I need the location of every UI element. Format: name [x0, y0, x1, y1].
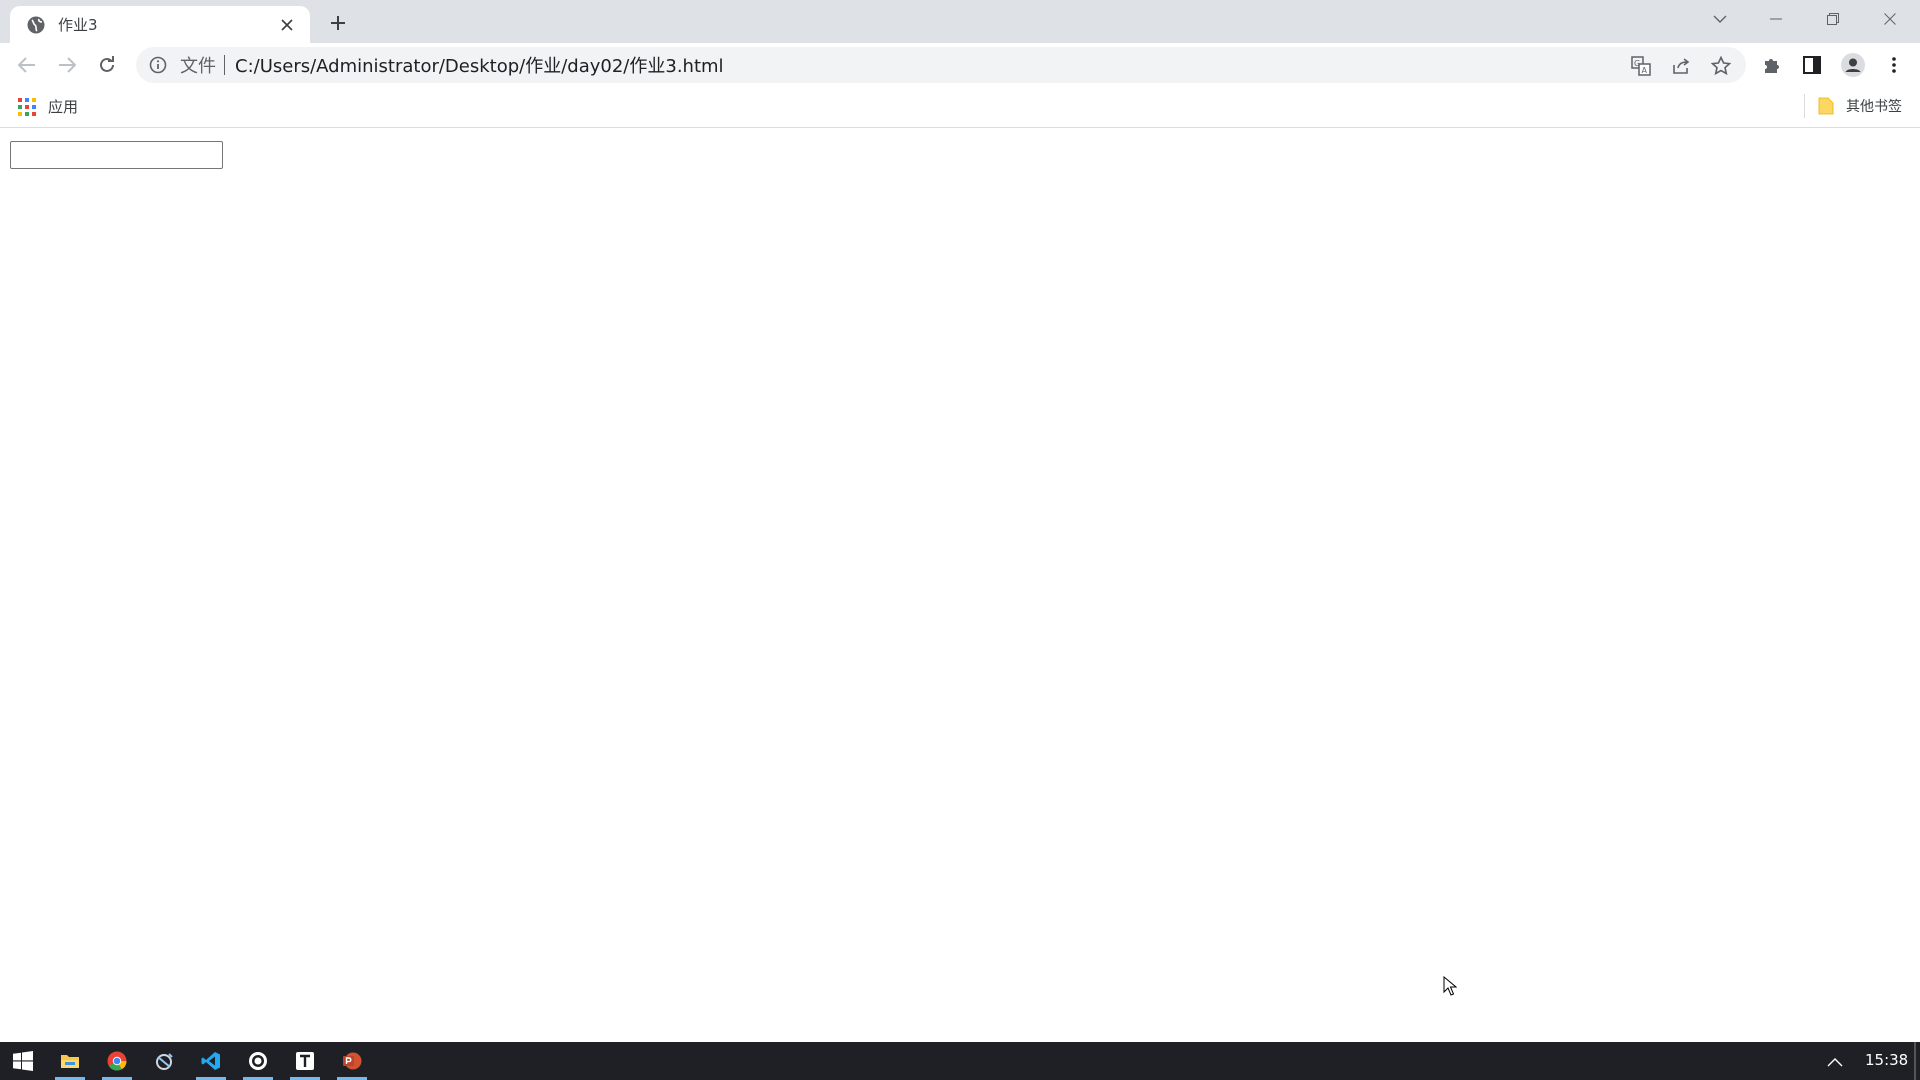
app-icon	[249, 1052, 267, 1070]
apps-grid-icon	[18, 97, 36, 116]
tab-title: 作业3	[58, 16, 98, 34]
app-icon	[156, 1053, 173, 1070]
close-icon	[1884, 13, 1896, 25]
screen: 作业3 文件 C:/Users/Administrator/Desktop/作业…	[0, 0, 1920, 1080]
show-desktop-button[interactable]	[1914, 1042, 1916, 1080]
browser-toolbar: 文件 C:/Users/Administrator/Desktop/作业/day…	[0, 43, 1920, 86]
more-vertical-icon	[1892, 57, 1896, 73]
mouse-cursor-icon	[1443, 976, 1457, 996]
restore-icon	[1827, 13, 1839, 25]
chrome-icon	[107, 1051, 127, 1071]
apps-label: 应用	[48, 98, 79, 116]
forward-button[interactable]	[51, 49, 83, 81]
svg-text:G: G	[1634, 59, 1640, 68]
close-icon	[281, 18, 293, 31]
apps-shortcut[interactable]: 应用	[18, 96, 78, 117]
svg-text:A: A	[1642, 66, 1648, 75]
taskbar: 15:38	[0, 1042, 1920, 1080]
tray-overflow-button[interactable]	[1822, 1049, 1848, 1075]
chevron-up-icon	[1827, 1057, 1843, 1066]
extensions-button[interactable]	[1757, 50, 1787, 80]
side-panel-icon	[1803, 56, 1821, 74]
globe-icon	[27, 16, 45, 33]
restore-button[interactable]	[1805, 0, 1861, 38]
share-button[interactable]	[1668, 53, 1694, 79]
bookmarks-divider	[1804, 94, 1805, 118]
address-separator	[224, 55, 225, 75]
puzzle-icon	[1765, 59, 1779, 73]
tab-close-button[interactable]	[276, 14, 298, 36]
tab-strip: 作业3	[0, 0, 1920, 43]
taskbar-chrome[interactable]	[94, 1042, 140, 1080]
new-tab-button[interactable]	[324, 9, 352, 37]
text-input[interactable]	[10, 141, 223, 169]
back-button[interactable]	[11, 49, 43, 81]
typora-icon	[296, 1052, 314, 1070]
window-close-button[interactable]	[1862, 0, 1918, 38]
address-url[interactable]: C:/Users/Administrator/Desktop/作业/day02/…	[235, 52, 724, 78]
vscode-icon	[201, 1052, 220, 1070]
address-scheme-label: 文件	[180, 56, 216, 77]
bookmark-star-button[interactable]	[1708, 53, 1734, 79]
taskbar-vscode[interactable]	[188, 1042, 234, 1080]
avatar-icon	[1841, 53, 1865, 77]
arrow-right-icon	[59, 57, 76, 73]
chevron-down-icon	[1713, 15, 1727, 23]
menu-button[interactable]	[1879, 50, 1909, 80]
minimize-icon	[1770, 18, 1782, 20]
minimize-button[interactable]	[1748, 0, 1804, 38]
info-icon[interactable]	[148, 55, 168, 75]
folder-icon	[1818, 97, 1834, 115]
taskbar-powerpoint[interactable]	[329, 1042, 375, 1080]
reload-icon	[100, 56, 114, 72]
page-content	[0, 129, 1920, 1042]
folder-icon	[61, 1055, 79, 1068]
side-panel-button[interactable]	[1797, 50, 1827, 80]
plus-icon	[331, 16, 345, 30]
arrow-left-icon	[18, 57, 35, 73]
tab-active[interactable]: 作业3	[10, 6, 310, 43]
profile-button[interactable]	[1838, 50, 1868, 80]
start-button[interactable]	[0, 1042, 46, 1080]
powerpoint-icon	[343, 1052, 362, 1070]
taskbar-clock[interactable]: 15:38	[1865, 1051, 1908, 1069]
tab-search-button[interactable]	[1692, 0, 1748, 38]
bookmarks-bar: 应用 其他书签	[0, 86, 1920, 128]
windows-logo-icon	[13, 1051, 33, 1071]
taskbar-app-5[interactable]	[235, 1042, 281, 1080]
taskbar-app-3[interactable]	[141, 1042, 187, 1080]
share-icon	[1673, 58, 1690, 74]
star-icon	[1711, 56, 1731, 76]
taskbar-typora[interactable]	[282, 1042, 328, 1080]
translate-icon: G A	[1631, 56, 1651, 76]
reload-button[interactable]	[91, 49, 123, 81]
other-bookmarks-label: 其他书签	[1846, 99, 1902, 115]
address-bar[interactable]: 文件 C:/Users/Administrator/Desktop/作业/day…	[136, 47, 1746, 83]
translate-button[interactable]: G A	[1628, 53, 1654, 79]
other-bookmarks-folder[interactable]: 其他书签	[1818, 96, 1902, 116]
taskbar-file-explorer[interactable]	[47, 1042, 93, 1080]
